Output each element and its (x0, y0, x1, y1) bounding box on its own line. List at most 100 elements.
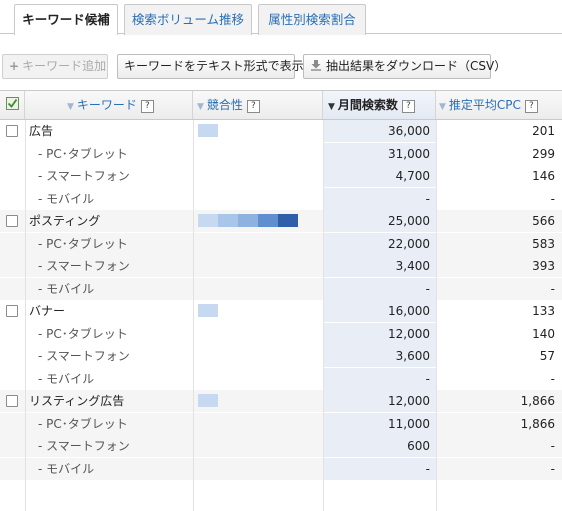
show-as-text-label: キーワードをテキスト形式で表示 (124, 59, 304, 73)
avg-cpc-cell: 1,866 (520, 394, 555, 408)
avg-cpc-cell: 57 (539, 349, 555, 363)
help-icon[interactable]: ? (524, 100, 538, 113)
competition-segment (198, 304, 218, 317)
competition-segment (218, 214, 238, 227)
table-subrow: - モバイル - - (0, 457, 562, 480)
table-subrow: - スマートフォン 3,600 57 (0, 345, 562, 367)
row-checkbox[interactable] (6, 305, 18, 317)
help-icon[interactable]: ? (246, 100, 260, 113)
avg-cpc-cell: - (550, 281, 555, 296)
competition-bar (198, 394, 218, 407)
avg-cpc-cell: 583 (532, 236, 555, 251)
show-as-text-button[interactable]: キーワードをテキスト形式で表示 (117, 54, 304, 79)
competition-bar (198, 304, 218, 317)
sort-desc-icon: ▼ (328, 102, 335, 112)
device-label: - スマートフォン (38, 259, 130, 273)
tab-keyword-candidates[interactable]: キーワード候補 (14, 4, 118, 35)
download-csv-label: 抽出結果をダウンロード（CSV） (326, 59, 507, 73)
device-label: - モバイル (38, 191, 95, 206)
competition-bar (198, 124, 218, 137)
device-label: - モバイル (38, 281, 95, 296)
row-checkbox[interactable] (6, 215, 18, 227)
table-row[interactable]: バナー 16,000 133 (0, 300, 562, 322)
table-subrow: - スマートフォン 600 - (0, 435, 562, 457)
table-subrow: - PC･タブレット 12,000 140 (0, 322, 562, 345)
keyword-cell: ポスティング (29, 214, 101, 228)
help-icon[interactable]: ? (140, 100, 154, 113)
add-keyword-button[interactable]: + キーワード追加 (2, 54, 108, 79)
device-label: - スマートフォン (38, 439, 130, 453)
tab-search-volume-trend[interactable]: 検索ボリューム推移 (124, 4, 252, 35)
sort-arrow-icon: ▼ (67, 102, 74, 112)
column-keyword[interactable]: ▼ キーワード? (25, 91, 193, 119)
add-keyword-label: キーワード追加 (22, 59, 107, 73)
competition-segment (198, 124, 218, 137)
keyword-cell: バナー (29, 304, 66, 318)
help-icon[interactable]: ? (401, 100, 415, 113)
column-divider (25, 120, 26, 511)
avg-cpc-cell: 133 (532, 304, 555, 318)
tab-attribute-search-ratio[interactable]: 属性別検索割合 (258, 4, 366, 35)
column-competition-label: 競合性 (206, 98, 243, 112)
avg-cpc-cell: 393 (532, 259, 555, 273)
device-label: - PC･タブレット (38, 146, 128, 161)
table-row[interactable]: ポスティング 25,000 566 (0, 210, 562, 232)
column-keyword-label: キーワード (76, 98, 137, 112)
competition-segment (278, 214, 298, 227)
device-label: - モバイル (38, 461, 95, 476)
device-label: - スマートフォン (38, 349, 130, 363)
column-divider (323, 120, 324, 511)
row-checkbox[interactable] (6, 395, 18, 407)
column-monthly-searches[interactable]: ▼ 月間検索数? (323, 91, 436, 119)
avg-cpc-cell: 299 (532, 146, 555, 161)
competition-segment (198, 394, 218, 407)
avg-cpc-cell: 140 (532, 326, 555, 341)
monthly-searches-cell: 31,000 (388, 146, 430, 161)
select-all-cell (0, 91, 25, 119)
table-subrow: - PC･タブレット 31,000 299 (0, 142, 562, 165)
download-csv-button[interactable]: 抽出結果をダウンロード（CSV） (303, 54, 506, 79)
column-competition[interactable]: ▼ 競合性? (193, 91, 323, 119)
monthly-searches-cell: 4,700 (395, 169, 430, 183)
monthly-searches-cell: 12,000 (388, 326, 430, 341)
tab-bar: キーワード候補 検索ボリューム推移 属性別検索割合 (0, 0, 562, 35)
monthly-searches-cell: - (425, 371, 430, 386)
monthly-searches-cell: 16,000 (388, 304, 430, 318)
select-all-checkbox[interactable] (6, 97, 19, 110)
sort-arrow-icon: ▼ (439, 102, 446, 112)
avg-cpc-cell: 566 (532, 214, 555, 228)
sort-arrow-icon: ▼ (197, 102, 204, 112)
monthly-searches-cell: - (425, 281, 430, 296)
monthly-searches-cell: - (425, 191, 430, 206)
column-avg-cpc[interactable]: ▼ 推定平均CPC? (436, 91, 562, 119)
competition-bar (198, 214, 298, 227)
table-subrow: - モバイル - - (0, 277, 562, 300)
monthly-searches-cell: 12,000 (388, 394, 430, 408)
download-icon (310, 56, 322, 71)
table-row[interactable]: リスティング広告 12,000 1,866 (0, 390, 562, 412)
avg-cpc-cell: 1,866 (520, 416, 555, 431)
column-divider (436, 120, 437, 511)
table-subrow: - スマートフォン 4,700 146 (0, 165, 562, 187)
monthly-searches-cell: 600 (407, 439, 430, 453)
table-row[interactable]: 広告 36,000 201 (0, 120, 562, 142)
table-subrow: - スマートフォン 3,400 393 (0, 255, 562, 277)
monthly-searches-cell: 22,000 (388, 236, 430, 251)
column-divider (193, 120, 194, 511)
keyword-cell: 広告 (29, 124, 54, 138)
monthly-searches-cell: 36,000 (388, 124, 430, 138)
avg-cpc-cell: - (550, 461, 555, 476)
row-checkbox[interactable] (6, 125, 18, 137)
table-subrow: - PC･タブレット 11,000 1,866 (0, 412, 562, 435)
plus-icon: + (9, 59, 20, 73)
monthly-searches-cell: - (425, 461, 430, 476)
device-label: - PC･タブレット (38, 236, 128, 251)
monthly-searches-cell: 3,400 (395, 259, 430, 273)
avg-cpc-cell: - (550, 439, 555, 453)
avg-cpc-cell: - (550, 371, 555, 386)
table-subrow: - モバイル - - (0, 367, 562, 390)
competition-segment (198, 214, 218, 227)
table-subrow: - モバイル - - (0, 187, 562, 210)
monthly-searches-cell: 25,000 (388, 214, 430, 228)
avg-cpc-cell: 201 (532, 124, 555, 138)
